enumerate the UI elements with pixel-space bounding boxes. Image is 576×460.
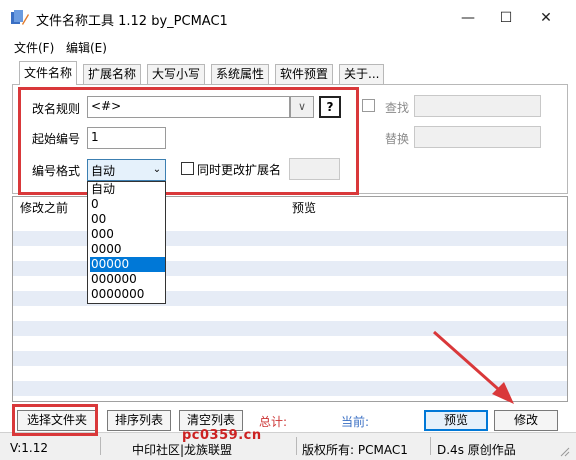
- status-divider: [296, 437, 297, 455]
- column-header-preview[interactable]: 预览: [292, 199, 316, 216]
- close-button[interactable]: ✕: [532, 6, 560, 30]
- dropdown-option[interactable]: 0: [90, 197, 165, 212]
- community-text: 中印社区|龙族联盟: [132, 443, 233, 457]
- tab-about[interactable]: 关于...: [339, 64, 385, 84]
- menu-file[interactable]: 文件(F): [14, 39, 54, 56]
- tab-presets[interactable]: 软件预置: [275, 64, 334, 84]
- dropdown-option[interactable]: 0000: [90, 242, 165, 257]
- tab-attributes[interactable]: 系统属性: [211, 64, 270, 84]
- tab-filename[interactable]: 文件名称: [19, 61, 78, 85]
- highlight-box-select-folder: [12, 404, 98, 436]
- column-header-before[interactable]: 修改之前: [20, 199, 68, 216]
- note-text: D.4s 原创作品: [437, 443, 516, 457]
- total-label: 总计:: [259, 415, 288, 429]
- menu-bar: 文件(F) 编辑(E): [0, 36, 576, 58]
- status-divider: [430, 437, 431, 455]
- title-bar: 文件名称工具 1.12 by_PCMAC1 — ☐ ✕: [0, 0, 576, 36]
- number-format-dropdown[interactable]: 自动 0 00 000 0000 00000 000000 0000000: [87, 181, 166, 304]
- modify-button[interactable]: 修改: [494, 410, 558, 431]
- dropdown-option[interactable]: 自动: [90, 182, 165, 197]
- sort-list-button[interactable]: 排序列表: [107, 410, 171, 431]
- find-checkbox[interactable]: [362, 99, 375, 112]
- dropdown-option[interactable]: 000000: [90, 272, 165, 287]
- dropdown-option[interactable]: 0000000: [90, 287, 165, 302]
- list-row-stripe: [13, 321, 567, 336]
- dropdown-option[interactable]: 00: [90, 212, 165, 227]
- menu-edit[interactable]: 编辑(E): [66, 39, 107, 56]
- dropdown-option-selected[interactable]: 00000: [90, 257, 165, 272]
- find-input[interactable]: [414, 95, 541, 117]
- version-text: V:1.12: [10, 441, 48, 455]
- replace-input[interactable]: [414, 126, 541, 148]
- dropdown-option[interactable]: 000: [90, 227, 165, 242]
- highlight-box-form: [18, 87, 359, 195]
- tab-case[interactable]: 大写小写: [147, 64, 206, 84]
- copyright-text: 版权所有: PCMAC1: [302, 443, 408, 457]
- current-label: 当前:: [341, 415, 370, 429]
- preview-button[interactable]: 预览: [424, 410, 488, 431]
- app-icon: [10, 9, 30, 27]
- resize-grip-icon[interactable]: [560, 446, 570, 457]
- window-title: 文件名称工具 1.12 by_PCMAC1: [36, 14, 228, 29]
- list-row-stripe: [13, 351, 567, 366]
- maximize-button[interactable]: ☐: [492, 6, 520, 30]
- minimize-button[interactable]: —: [454, 6, 482, 30]
- list-row-stripe: [13, 381, 567, 396]
- find-label: 查找: [385, 101, 410, 115]
- replace-label: 替换: [385, 132, 410, 146]
- tab-extension[interactable]: 扩展名称: [83, 64, 142, 84]
- watermark-logo: pc0359.cn: [182, 428, 262, 443]
- status-divider: [100, 437, 101, 455]
